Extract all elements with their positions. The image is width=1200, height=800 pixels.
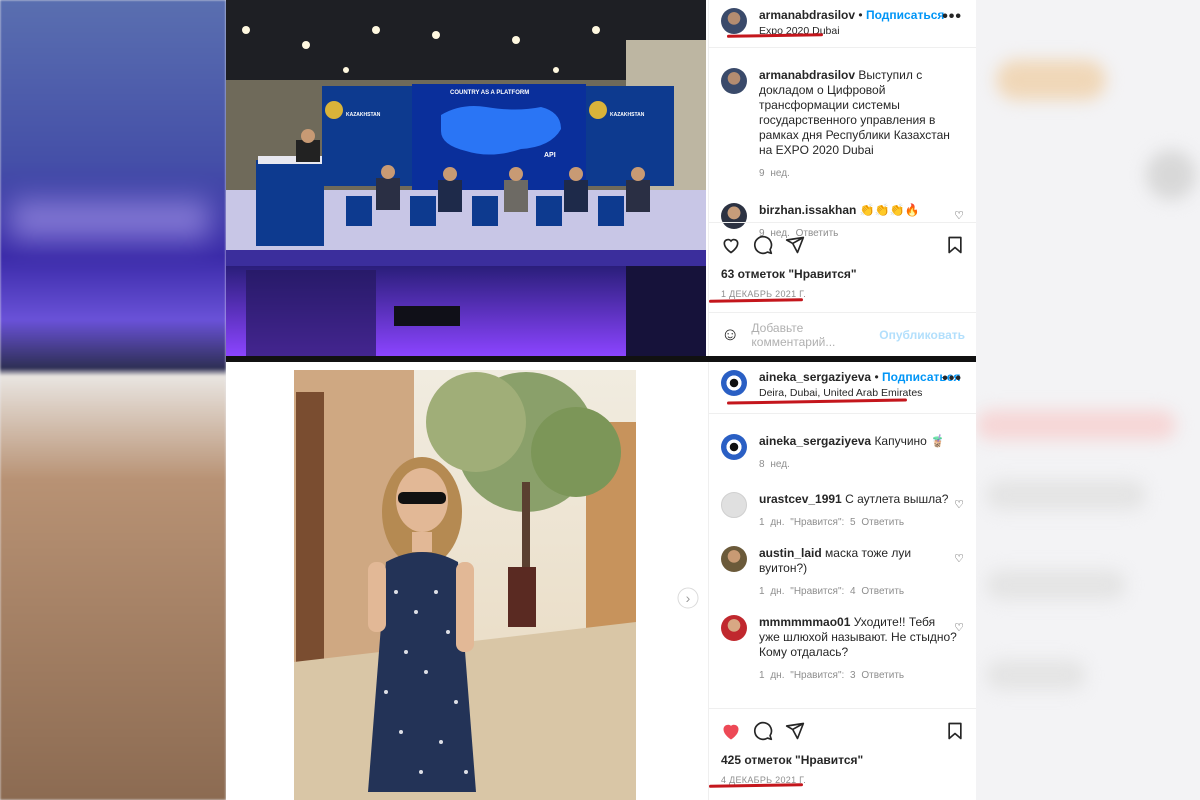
likes-count[interactable]: 63 отметок "Нравится" [721,267,965,281]
share-icon[interactable] [785,721,805,741]
comment-username[interactable]: austin_laid [759,546,822,560]
comment-time[interactable]: 1 дн. [759,670,784,681]
reply-button[interactable]: Ответить [861,517,904,528]
separator-dot: • [858,8,866,22]
post-photo[interactable]: › [226,362,706,800]
like-icon[interactable] [721,235,741,255]
comment-username[interactable]: urastcev_1991 [759,492,842,506]
like-icon-filled[interactable] [721,721,741,741]
comment-like-icon[interactable]: ♡ [954,621,964,634]
separator-dot: • [874,370,882,384]
avatar[interactable] [721,615,747,641]
post-card: COUNTRY AS A PLATFORM API KAZAKHSTAN KAZ… [226,0,976,356]
post-header: armanabdrasilov • Подписаться Expo 2020 … [709,0,976,48]
red-underline-mark [726,398,908,405]
save-icon[interactable] [945,721,965,741]
post-side-panel: armanabdrasilov • Подписаться Expo 2020 … [708,0,976,356]
caption-time[interactable]: 8 нед. [759,457,959,472]
avatar[interactable] [721,434,747,460]
share-icon[interactable] [785,235,805,255]
caption-username[interactable]: armanabdrasilov [759,68,855,82]
comment-likes[interactable]: "Нравится": 3 [790,670,855,681]
comment-text: 👏👏👏🔥 [859,203,920,217]
more-options-icon[interactable]: ••• [942,370,962,388]
comment-like-icon[interactable]: ♡ [954,209,964,222]
comment-item: austin_laid маска тоже луи вуитон?) 1 дн… [709,546,976,599]
caption-time[interactable]: 9 нед. [759,166,959,181]
avatar[interactable] [721,370,747,396]
slide-title: COUNTRY AS A PLATFORM [450,90,530,96]
comment-item: mmmmmmao01 Уходите!! Тебя уже шлюхой наз… [709,615,976,683]
comment-likes[interactable]: "Нравится": 4 [790,586,855,597]
reply-button[interactable]: Ответить [861,670,904,681]
avatar[interactable] [721,68,747,94]
avatar[interactable] [721,492,747,518]
reply-button[interactable]: Ответить [861,586,904,597]
post-date[interactable]: 1 ДЕКАБРЬ 2021 Г. [721,289,965,299]
comment-item: urastcev_1991 С аутлета вышла? 1 дн. "Нр… [709,492,976,530]
next-slide-icon[interactable]: › [680,588,696,608]
username-link[interactable]: aineka_sergaziyeva [759,370,871,384]
follow-button[interactable]: Подписаться [866,8,944,22]
post-card: › aineka_sergaziyeva • Подписаться Deira… [226,362,976,800]
comment-icon[interactable] [753,235,773,255]
avatar[interactable] [721,546,747,572]
post-actions: 63 отметок "Нравится" 1 ДЕКАБРЬ 2021 Г. [709,222,976,309]
publish-button[interactable]: Опубликовать [879,328,965,342]
comment-icon[interactable] [753,721,773,741]
slide-api-label: API [544,152,556,159]
caption-text: Капучино 🧋 [874,434,946,448]
location-link[interactable]: Deira, Dubai, United Arab Emirates [759,386,960,400]
avatar[interactable] [721,8,747,34]
blurred-background-left [0,0,226,800]
comment-text: С аутлета вышла? [845,492,949,506]
likes-count[interactable]: 425 отметок "Нравится" [721,753,965,767]
caption: aineka_sergaziyeva Капучино 🧋 8 нед. [709,434,976,472]
blurred-background-right [976,0,1200,800]
post-actions: 425 отметок "Нравится" 4 ДЕКАБРЬ 2021 Г. [709,708,976,795]
comment-username[interactable]: mmmmmmao01 [759,615,850,629]
more-options-icon[interactable]: ••• [942,8,962,26]
post-photo[interactable]: COUNTRY AS A PLATFORM API KAZAKHSTAN KAZ… [226,0,706,356]
comment-time[interactable]: 1 дн. [759,586,784,597]
comment-like-icon[interactable]: ♡ [954,552,964,565]
comment-likes[interactable]: "Нравится": 5 [790,517,855,528]
post-header: aineka_sergaziyeva • Подписаться Deira, … [709,362,976,414]
username-link[interactable]: armanabdrasilov [759,8,855,22]
comment-username[interactable]: birzhan.issakhan [759,203,856,217]
banner-left-text: KAZAKHSTAN [346,112,381,118]
save-icon[interactable] [945,235,965,255]
emoji-icon[interactable]: ☺ [721,324,739,345]
comment-time[interactable]: 1 дн. [759,517,784,528]
add-comment-bar: ☺ Добавьте комментарий... Опубликовать [709,312,976,356]
caption-username[interactable]: aineka_sergaziyeva [759,434,871,448]
comment-input[interactable]: Добавьте комментарий... [751,321,879,349]
banner-right-text: KAZAKHSTAN [610,112,645,118]
comment-like-icon[interactable]: ♡ [954,498,964,511]
caption: armanabdrasilov Выступил с докладом о Ци… [709,68,976,181]
post-side-panel: aineka_sergaziyeva • Подписаться Deira, … [708,362,976,800]
